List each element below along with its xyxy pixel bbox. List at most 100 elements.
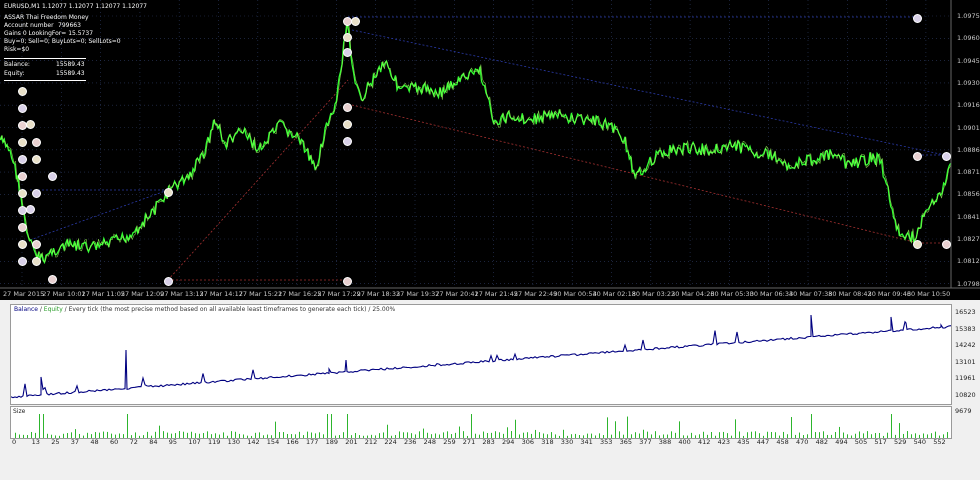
price-axis-label: 1.07980 — [957, 279, 980, 288]
price-axis-label: 1.09750 — [957, 12, 980, 20]
price-series-line — [0, 21, 952, 265]
tester-x-axis: 0 13 25 37 48 60 72 84 95 107 119 130 142 154 166 177 18… — [10, 438, 980, 480]
tester-x-label: 388 — [658, 438, 672, 446]
orders-line: Buy=0; Sell=0; BuyLots=0; SellLots=0 — [4, 38, 121, 45]
size-bar — [39, 414, 40, 438]
tester-x-label: 482 — [815, 438, 829, 446]
tester-x-label: 271 — [462, 438, 476, 446]
size-bar — [867, 431, 868, 438]
time-axis-label: 30 Mar 03:22 — [631, 290, 676, 298]
price-axis-label: 1.09305 — [957, 78, 980, 87]
time-axis-label: 27 Mar 12:09 — [120, 290, 165, 298]
price-axis-label: 1.09160 — [957, 101, 980, 110]
tester-x-label: 95 — [168, 438, 178, 446]
tester-x-label: 435 — [737, 438, 750, 446]
trade-marker-icon — [343, 48, 352, 57]
trade-marker-icon — [913, 14, 922, 23]
trade-marker-icon — [18, 189, 27, 198]
trade-marker-icon — [343, 137, 352, 146]
tester-x-label: 505 — [854, 438, 868, 446]
tester-x-label: 142 — [247, 438, 260, 446]
legend-model: / Every tick (the most precise method ba… — [62, 306, 396, 313]
size-bar — [839, 426, 840, 438]
tester-x-label: 60 — [110, 438, 119, 446]
tester-y-label: 16523 — [955, 308, 976, 316]
size-bar — [811, 414, 812, 438]
trade-marker-icon — [18, 104, 27, 113]
size-canvas — [15, 414, 948, 438]
trade-marker-icon — [18, 87, 27, 96]
trade-marker-icon — [343, 277, 352, 286]
time-axis-label: 27 Mar 16:25 — [278, 290, 322, 298]
trade-marker-icon — [913, 152, 922, 161]
size-bar — [511, 431, 512, 438]
tester-x-label: 13 — [31, 438, 40, 446]
equity-value: 15589.43 — [56, 70, 85, 77]
size-bar — [899, 423, 900, 438]
tester-x-label: 447 — [756, 438, 770, 446]
trade-marker-icon — [351, 17, 360, 26]
trade-marker-icon — [32, 155, 41, 164]
size-bar — [515, 419, 516, 438]
tester-x-label: 517 — [874, 438, 887, 446]
tester-x-label: 37 — [70, 438, 80, 446]
tester-x-label: 48 — [90, 438, 99, 446]
size-bar — [643, 429, 644, 438]
time-axis-label: 27 Mar 17:29 — [317, 290, 361, 298]
size-bar — [823, 431, 824, 438]
trade-marker-icon — [26, 205, 35, 214]
trade-marker-icon — [32, 240, 41, 249]
size-bar — [331, 414, 332, 438]
size-bar — [671, 431, 672, 438]
trade-marker-icon — [18, 223, 27, 232]
tester-x-label: 259 — [443, 438, 456, 446]
time-axis-label: 30 Mar 08:42 — [828, 290, 872, 298]
tester-x-label: 177 — [306, 438, 319, 446]
tester-x-label: 353 — [600, 438, 613, 446]
size-chart[interactable] — [10, 406, 952, 439]
tester-x-label: 72 — [129, 438, 138, 446]
legend-balance: Balance — [14, 306, 38, 313]
trade-marker-icon — [942, 152, 951, 161]
size-bar — [231, 431, 232, 438]
tester-x-label: 248 — [423, 438, 437, 446]
price-axis-label: 1.08415 — [957, 212, 980, 221]
size-bar — [159, 425, 160, 438]
size-bar — [495, 431, 496, 438]
tester-x-label: 412 — [698, 438, 711, 446]
time-axis-label: 30 Mar 06:34 — [749, 290, 794, 298]
tester-x-label: 318 — [541, 438, 554, 446]
tester-x-label: 154 — [266, 438, 280, 446]
ea-name: ASSAR Thai Freedom Money — [4, 14, 89, 21]
time-axis-label: 30 Mar 09:46 — [867, 290, 911, 298]
tester-x-label: 189 — [325, 438, 339, 446]
price-axis-label: 1.09015 — [957, 123, 980, 132]
size-label: Size — [13, 408, 26, 415]
trade-marker-icon — [18, 172, 27, 181]
size-bar — [507, 427, 508, 438]
trade-marker-icon — [48, 172, 57, 181]
price-grid — [0, 0, 951, 288]
trade-marker-icon — [32, 189, 41, 198]
size-bar — [563, 429, 564, 438]
time-axis-label: 27 Mar 20:41 — [435, 290, 479, 298]
price-axis-label: 1.08565 — [957, 190, 980, 199]
time-axis-label: 30 Mar 00:54 — [553, 290, 597, 298]
time-axis-label: 27 Mar 14:17 — [199, 290, 243, 298]
trade-marker-icon — [48, 275, 57, 284]
tester-y-label: 9679 — [955, 407, 972, 415]
price-chart[interactable]: EURUSD,M1 1.12077 1.12077 1.12077 1.1207… — [0, 0, 980, 300]
tester-x-label: 458 — [776, 438, 789, 446]
time-axis-label: 27 Mar 2015 — [3, 290, 45, 298]
size-bar — [447, 431, 448, 438]
tester-x-label: 0 — [12, 438, 17, 446]
trade-marker-icon — [343, 33, 352, 42]
time-axis-label: 27 Mar 10:01 — [42, 290, 86, 298]
tester-x-label: 236 — [404, 438, 417, 446]
account-label: Account number — [4, 22, 54, 29]
size-bar — [423, 428, 424, 438]
balance-equity-chart[interactable] — [10, 304, 952, 405]
tester-y-label: 10820 — [955, 390, 976, 399]
gains-line: Gains 0 LookingFor= 15.5737 — [4, 30, 94, 37]
time-axis-label: 30 Mar 04:26 — [671, 290, 715, 298]
